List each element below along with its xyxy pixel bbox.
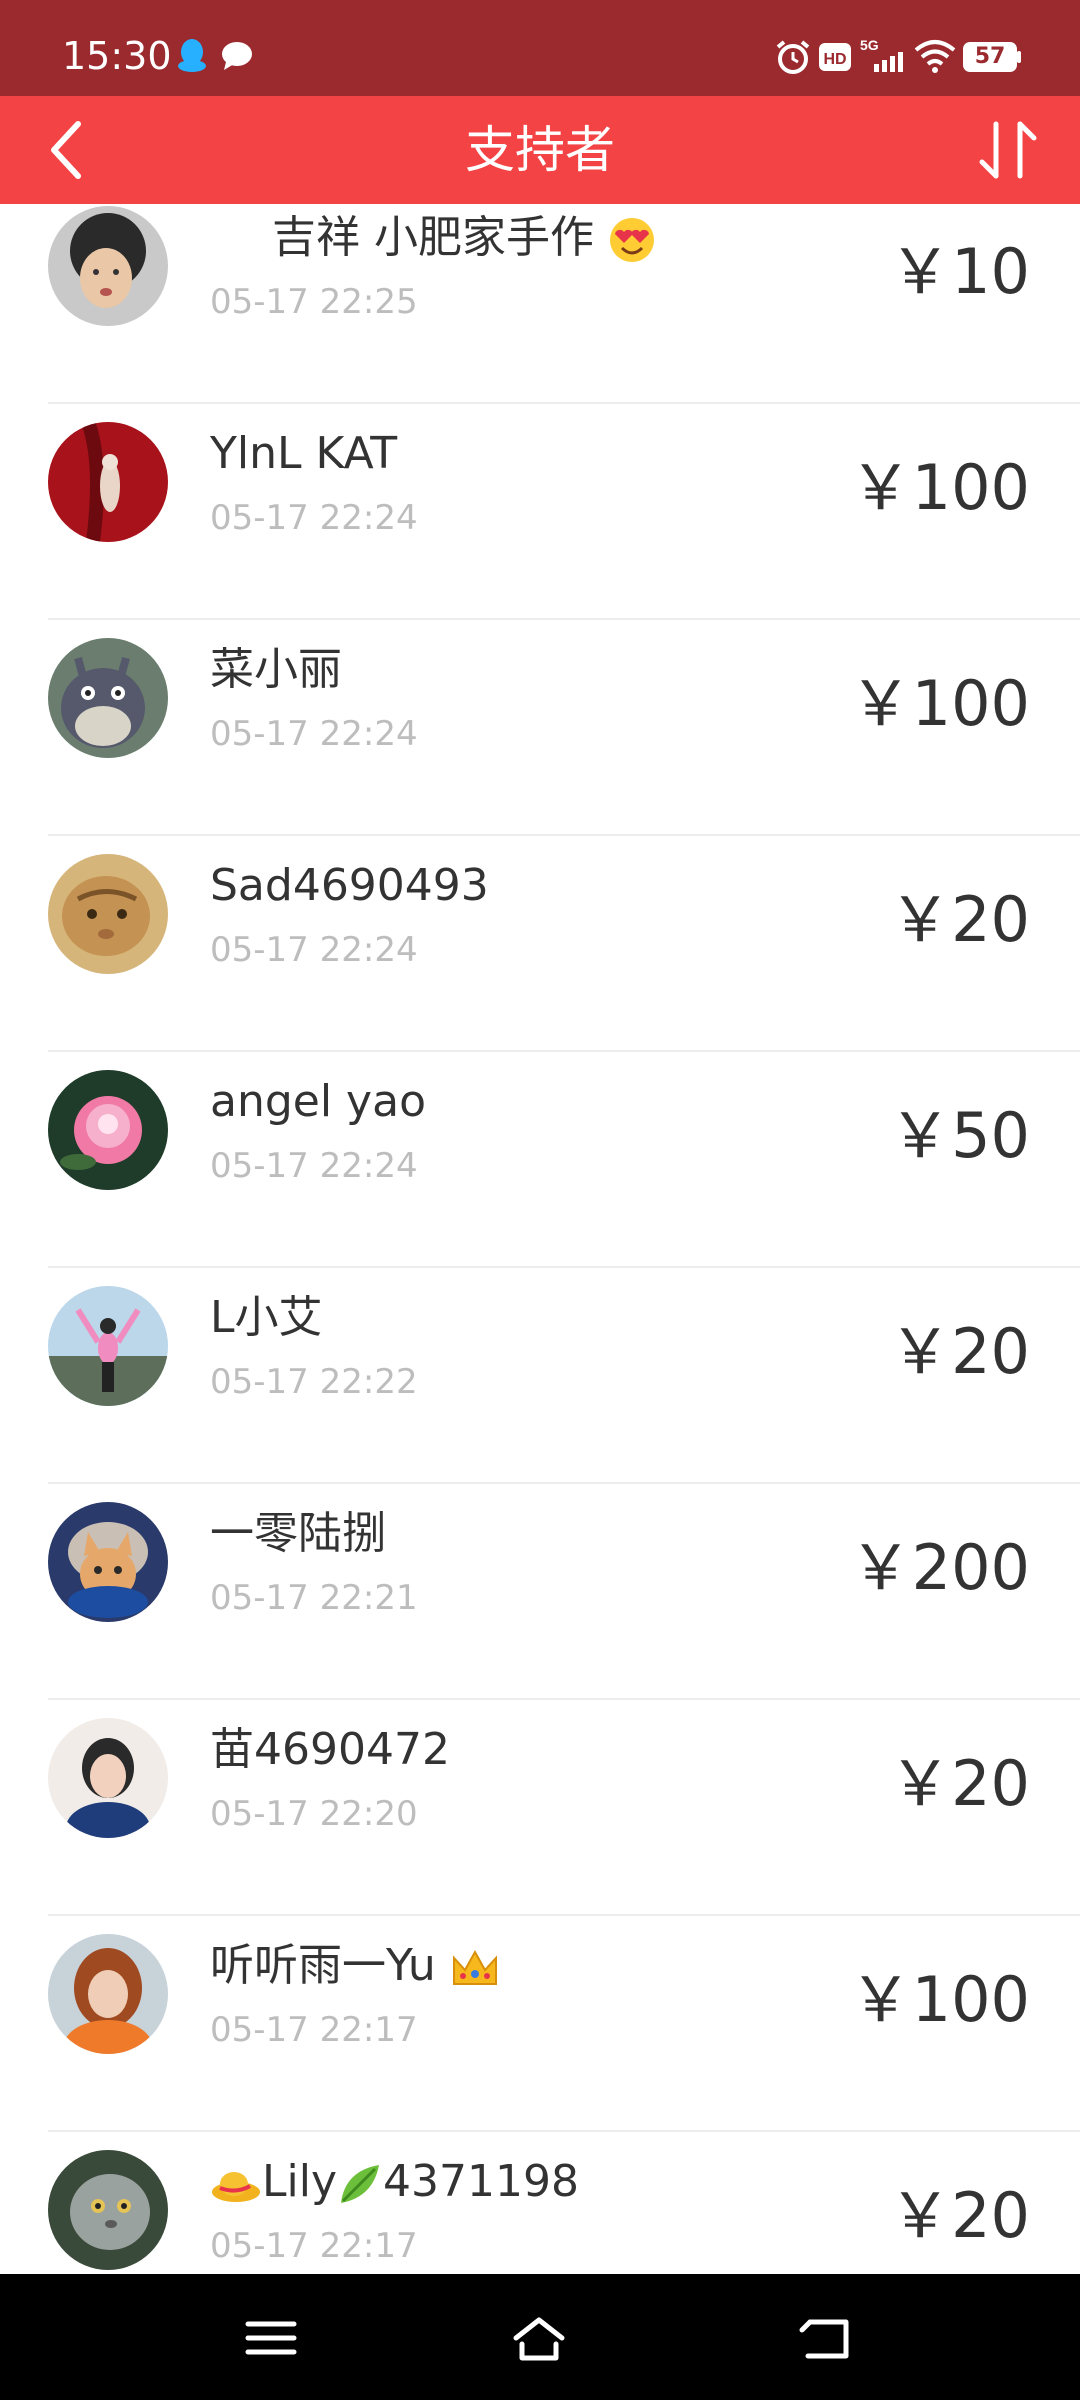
sort-icon [979, 121, 1037, 179]
sort-button[interactable] [976, 118, 1040, 182]
supporter-time: 05-17 22:25 [210, 282, 418, 322]
back-button[interactable] [40, 116, 96, 184]
hat-emoji-icon [212, 2172, 260, 2202]
supporter-time: 05-17 22:17 [210, 2226, 418, 2266]
supporter-amount: ￥100 [849, 1963, 1030, 2036]
hd-icon: HD [819, 43, 851, 71]
list-item[interactable]: Sad4690493 05-17 22:24 ￥20 [0, 836, 1080, 1052]
page-title: 支持者 [465, 121, 615, 179]
list-item[interactable]: YlnL KAT 05-17 22:24 ￥100 [0, 404, 1080, 620]
supporter-name: 一零陆捌 [210, 1508, 386, 1559]
signal-icon: 5G [860, 37, 903, 72]
supporter-name-text: Lily [262, 2156, 338, 2207]
supporter-name: angel yao [210, 1076, 426, 1127]
supporter-name: 听听雨一Yu [210, 1940, 500, 1992]
supporter-amount: ￥20 [889, 1315, 1030, 1388]
supporter-time: 05-17 22:24 [210, 714, 418, 754]
supporter-time: 05-17 22:24 [210, 498, 418, 538]
navigation-bar [0, 2274, 1080, 2400]
supporter-amount: ￥20 [889, 1747, 1030, 1820]
title-bar: 支持者 [0, 96, 1080, 204]
supporter-time: 05-17 22:20 [210, 1794, 418, 1834]
avatar [48, 1934, 168, 2054]
supporter-name: Sad4690493 [210, 860, 489, 911]
avatar [48, 638, 168, 758]
supporter-amount: ￥50 [889, 1099, 1030, 1172]
supporter-name-text: 吉祥 小肥家手作 [272, 212, 594, 263]
supporter-amount: ￥20 [889, 883, 1030, 956]
list-item[interactable]: 一零陆捌 05-17 22:21 ￥200 [0, 1484, 1080, 1700]
supporter-time: 05-17 22:24 [210, 930, 418, 970]
avatar [48, 422, 168, 542]
qq-icon [178, 39, 206, 72]
list-item[interactable]: 苗4690472 05-17 22:20 ￥20 [0, 1700, 1080, 1916]
chevron-left-icon [51, 121, 81, 179]
leaf-emoji-icon [341, 2165, 380, 2203]
wifi-icon [914, 40, 956, 73]
crown-emoji-icon [452, 1949, 497, 1985]
avatar [48, 1070, 168, 1190]
avatar [48, 206, 168, 326]
heart-eyes-emoji-icon [610, 218, 654, 262]
supporter-name: Lily 4371198 [210, 2156, 579, 2208]
supporter-name: 吉祥 小肥家手作 [272, 212, 656, 264]
supporter-amount: ￥10 [889, 235, 1030, 308]
avatar [48, 854, 168, 974]
list-item[interactable]: L小艾 05-17 22:22 ￥20 [0, 1268, 1080, 1484]
supporter-time: 05-17 22:22 [210, 1362, 418, 1402]
list-item[interactable]: 菜小丽 05-17 22:24 ￥100 [0, 620, 1080, 836]
screen: 15:30 HD 5G 57 支持者 吉祥 小肥家手作 05-17 22:25 … [0, 0, 1080, 2400]
home-icon[interactable] [512, 2314, 566, 2362]
supporter-name-tail: 4371198 [383, 2156, 579, 2207]
menu-icon[interactable] [244, 2314, 298, 2362]
supporter-amount: ￥100 [849, 667, 1030, 740]
list-item[interactable]: 吉祥 小肥家手作 05-17 22:25 ￥10 [0, 204, 1080, 404]
status-bar: 15:30 HD 5G 57 [0, 0, 1080, 96]
supporter-name-text: 听听雨一Yu [210, 1940, 436, 1991]
avatar [48, 1718, 168, 1838]
battery-level: 57 [974, 44, 1006, 69]
svg-text:HD: HD [823, 51, 846, 68]
supporter-amount: ￥20 [889, 2179, 1030, 2252]
supporter-time: 05-17 22:24 [210, 1146, 418, 1186]
supporter-amount: ￥100 [849, 451, 1030, 524]
message-icon [222, 42, 252, 70]
list-item[interactable]: 听听雨一Yu 05-17 22:17 ￥100 [0, 1916, 1080, 2132]
supporter-list[interactable]: 吉祥 小肥家手作 05-17 22:25 ￥10 YlnL KAT 05-17 … [0, 204, 1080, 2274]
supporter-name: YlnL KAT [210, 428, 398, 479]
network-label: 5G [860, 37, 879, 53]
list-item[interactable]: Lily 4371198 05-17 22:17 ￥20 [0, 2132, 1080, 2274]
supporter-amount: ￥200 [849, 1531, 1030, 1604]
back-icon[interactable] [798, 2314, 852, 2362]
supporter-name: 菜小丽 [210, 644, 342, 695]
avatar [48, 2150, 168, 2270]
supporter-time: 05-17 22:17 [210, 2010, 418, 2050]
list-item[interactable]: angel yao 05-17 22:24 ￥50 [0, 1052, 1080, 1268]
alarm-icon [776, 40, 810, 74]
supporter-time: 05-17 22:21 [210, 1578, 418, 1618]
avatar [48, 1502, 168, 1622]
supporter-name: L小艾 [210, 1292, 323, 1343]
avatar [48, 1286, 168, 1406]
supporter-name: 苗4690472 [210, 1724, 450, 1775]
status-time: 15:30 [62, 34, 172, 78]
